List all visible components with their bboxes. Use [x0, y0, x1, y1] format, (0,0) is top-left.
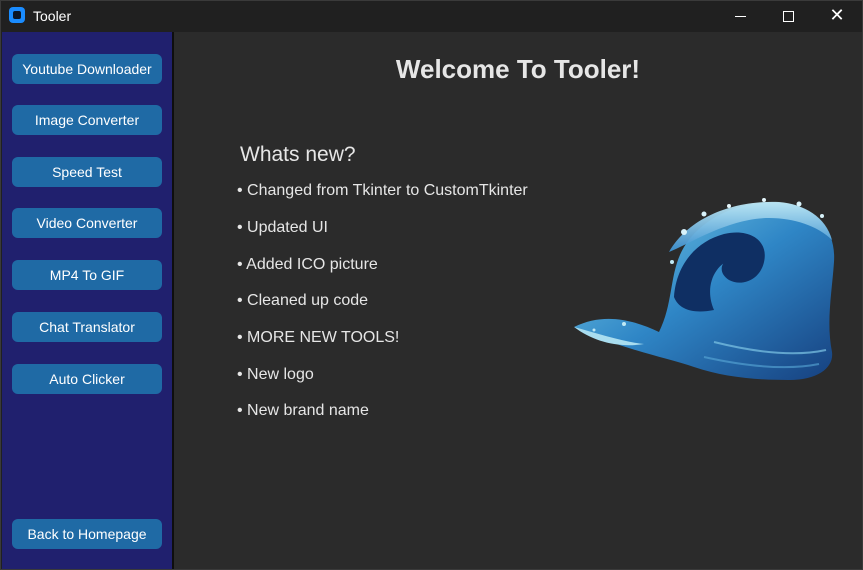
sidebar: Youtube Downloader Image Converter Speed… — [2, 32, 173, 569]
changelog-item: • MORE NEW TOOLS! — [237, 329, 400, 346]
back-to-homepage-button[interactable]: Back to Homepage — [12, 519, 162, 549]
changelog-item: • Changed from Tkinter to CustomTkinter — [237, 182, 528, 199]
image-converter-button[interactable]: Image Converter — [12, 105, 162, 135]
youtube-downloader-button[interactable]: Youtube Downloader — [12, 54, 162, 84]
minimize-icon — [734, 15, 746, 17]
whats-new-heading: Whats new? — [240, 143, 356, 166]
main-content: Welcome To Tooler! Whats new? • Changed … — [174, 32, 862, 569]
chat-translator-button[interactable]: Chat Translator — [12, 312, 162, 342]
video-converter-button[interactable]: Video Converter — [12, 208, 162, 238]
close-button[interactable]: ✕ — [814, 1, 860, 31]
window-title: Tooler — [33, 8, 72, 24]
mp4-to-gif-button[interactable]: MP4 To GIF — [12, 260, 162, 290]
maximize-button[interactable] — [765, 1, 811, 31]
welcome-heading: Welcome To Tooler! — [395, 54, 641, 84]
changelog-item: • Updated UI — [237, 219, 328, 236]
maximize-icon — [782, 10, 794, 22]
changelog-item: • New brand name — [237, 402, 369, 419]
wave-icon — [574, 198, 835, 380]
app-icon — [9, 7, 25, 23]
app-window: Tooler ✕ Youtube Downloader Image Conver… — [0, 0, 863, 570]
changelog-item: • Cleaned up code — [237, 292, 369, 309]
close-icon: ✕ — [829, 5, 845, 26]
changelog-item: • Added ICO picture — [237, 256, 378, 273]
speed-test-button[interactable]: Speed Test — [12, 157, 162, 187]
minimize-button[interactable] — [717, 1, 763, 31]
title-bar[interactable]: Tooler ✕ — [1, 1, 862, 31]
changelog-item: • New logo — [237, 366, 314, 383]
auto-clicker-button[interactable]: Auto Clicker — [12, 364, 162, 394]
